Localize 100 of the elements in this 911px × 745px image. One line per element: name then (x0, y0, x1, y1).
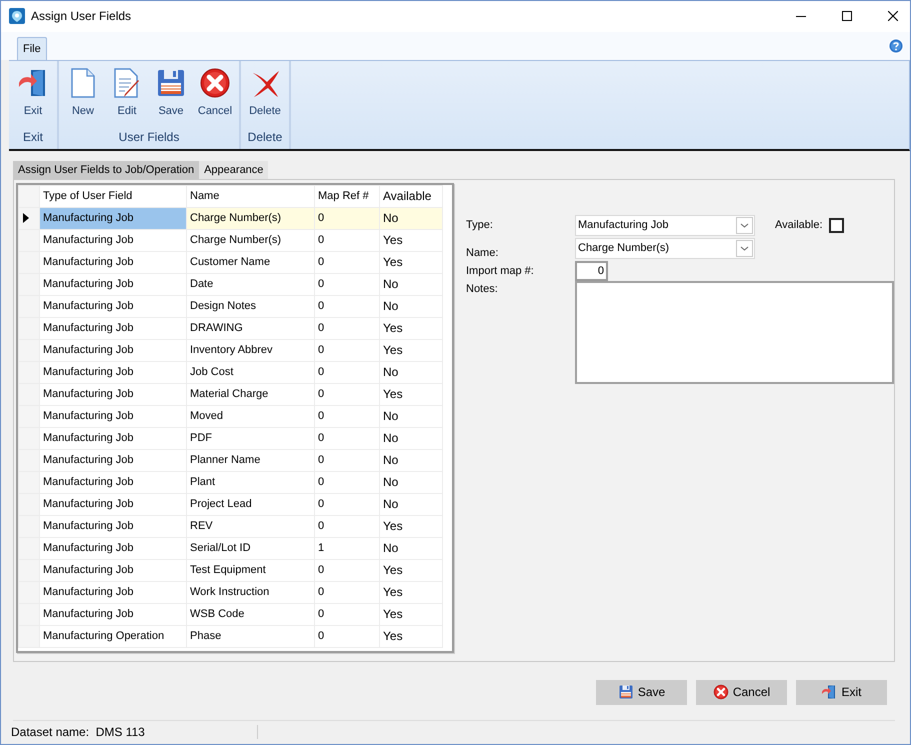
table-cell: Planner Name (186, 449, 314, 472)
input-field[interactable]: 0 (575, 260, 608, 281)
table-row[interactable]: Manufacturing Job PDF 0 No (18, 427, 442, 450)
table-cell: Manufacturing Job (40, 405, 186, 428)
table-row[interactable]: Manufacturing Job Job Cost 0 No (18, 361, 442, 384)
column-header[interactable]: Name (186, 185, 314, 208)
button[interactable]: Save (596, 680, 687, 705)
ribbon-button[interactable]: Save (151, 66, 191, 119)
table-cell: DRAWING (186, 317, 314, 340)
chevron-down-icon (736, 240, 753, 257)
table-cell: No (380, 427, 442, 450)
ribbon-button[interactable]: Delete (245, 66, 285, 119)
table-cell: Manufacturing Job (40, 251, 186, 274)
dropdown[interactable]: Charge Number(s) (575, 238, 755, 259)
current-row-icon (23, 213, 29, 224)
dropdown[interactable]: Manufacturing Job (575, 214, 755, 236)
table-row[interactable]: Manufacturing Job WSB Code 0 Yes (18, 603, 442, 626)
table-cell: 0 (314, 229, 380, 252)
ribbon-button[interactable]: Cancel (195, 66, 235, 119)
table-cell: Manufacturing Job (40, 229, 186, 252)
table-cell: Yes (380, 317, 442, 340)
table-cell: Charge Number(s) (186, 207, 314, 230)
table-row[interactable]: Manufacturing Job Serial/Lot ID 1 No (18, 537, 442, 560)
ribbon-button[interactable]: Exit (13, 66, 53, 119)
table-cell: 0 (314, 603, 380, 626)
column-header[interactable]: Available (380, 185, 442, 208)
table-row[interactable]: Manufacturing Job Design Notes 0 No (18, 295, 442, 318)
table-cell: Manufacturing Job (40, 361, 186, 384)
table-row[interactable]: Manufacturing Job Customer Name 0 Yes (18, 251, 442, 274)
cancel-circle-icon (712, 684, 729, 700)
table-cell: No (380, 537, 442, 560)
table-cell: 0 (314, 273, 380, 296)
table-row[interactable]: Manufacturing Job Project Lead 0 No (18, 493, 442, 516)
table-cell: 0 (314, 427, 380, 450)
table-cell: Manufacturing Job (40, 449, 186, 472)
table-row[interactable]: Manufacturing Job Date 0 No (18, 273, 442, 296)
table-cell: Design Notes (186, 295, 314, 318)
table-cell: 0 (314, 339, 380, 362)
table-cell: 0 (314, 383, 380, 406)
field-label: Import map #: (466, 264, 535, 277)
table-cell: No (380, 493, 442, 516)
app-logo-icon (9, 8, 25, 24)
table-cell: Manufacturing Job (40, 339, 186, 362)
table-row[interactable]: Manufacturing Job Inventory Abbrev 0 Yes (18, 339, 442, 362)
table-cell: 0 (314, 405, 380, 428)
table-cell: Manufacturing Job (40, 295, 186, 318)
table-cell: Yes (380, 339, 442, 362)
column-header[interactable]: Type of User Field (40, 185, 186, 208)
table-cell: Manufacturing Job (40, 383, 186, 406)
group-label: Delete (248, 130, 282, 144)
table-cell: Material Charge (186, 383, 314, 406)
table-cell: Inventory Abbrev (186, 339, 314, 362)
table-row[interactable]: Manufacturing Job Plant 0 No (18, 471, 442, 494)
table-row[interactable]: Manufacturing Job Moved 0 No (18, 405, 442, 428)
maximize-button[interactable] (842, 11, 852, 22)
table-row[interactable]: Manufacturing Job REV 0 Yes (18, 515, 442, 538)
ribbon-button[interactable]: Edit (107, 66, 147, 119)
table-row[interactable]: Manufacturing Job DRAWING 0 Yes (18, 317, 442, 340)
chevron-down-icon (736, 216, 753, 234)
ribbon-button[interactable]: New (63, 66, 103, 119)
table-cell: No (380, 405, 442, 428)
table-row[interactable]: Manufacturing Job Test Equipment 0 Yes (18, 559, 442, 582)
table-row[interactable]: Manufacturing Operation Phase 0 Yes (18, 625, 442, 648)
table-row[interactable]: Manufacturing Job Charge Number(s) 0 No (18, 207, 442, 230)
table-cell: Plant (186, 471, 314, 494)
table-cell: Manufacturing Job (40, 581, 186, 604)
table-cell: Manufacturing Job (40, 515, 186, 538)
button[interactable]: Exit (796, 680, 887, 705)
field-label: Notes: (466, 282, 499, 295)
table-cell: 0 (314, 515, 380, 538)
tab[interactable]: Appearance (199, 160, 268, 179)
column-header[interactable]: Map Ref # (314, 185, 380, 208)
table-cell: Moved (186, 405, 314, 428)
table-row[interactable]: Manufacturing Job Material Charge 0 Yes (18, 383, 442, 406)
table-cell: Yes (380, 625, 442, 648)
group-label: User Fields (118, 130, 180, 144)
table-cell: Project Lead (186, 493, 314, 516)
table-cell: Work Instruction (186, 581, 314, 604)
ribbon-tab[interactable]: File (17, 36, 47, 60)
table-row[interactable]: Manufacturing Job Planner Name 0 No (18, 449, 442, 472)
table-row[interactable]: Manufacturing Job Charge Number(s) 0 Yes (18, 229, 442, 252)
button[interactable]: Cancel (696, 680, 787, 705)
tab[interactable]: Assign User Fields to Job/Operation (13, 160, 200, 179)
help-icon[interactable] (889, 38, 903, 53)
checkbox[interactable] (829, 218, 844, 233)
table-cell: Yes (380, 383, 442, 406)
table-cell: 0 (314, 471, 380, 494)
table-cell: REV (186, 515, 314, 538)
table-cell: No (380, 361, 442, 384)
field-label: Available: (775, 219, 824, 232)
table-cell: Yes (380, 581, 442, 604)
table-row[interactable]: Manufacturing Job Work Instruction 0 Yes (18, 581, 442, 604)
table-cell: 0 (314, 317, 380, 340)
table-cell: 0 (314, 493, 380, 516)
table-cell: Manufacturing Operation (40, 625, 186, 648)
notes-field[interactable] (574, 280, 894, 384)
window-title: Assign User Fields (31, 9, 132, 24)
close-button[interactable] (888, 11, 898, 22)
table-cell: Manufacturing Job (40, 493, 186, 516)
table-cell: Serial/Lot ID (186, 537, 314, 560)
